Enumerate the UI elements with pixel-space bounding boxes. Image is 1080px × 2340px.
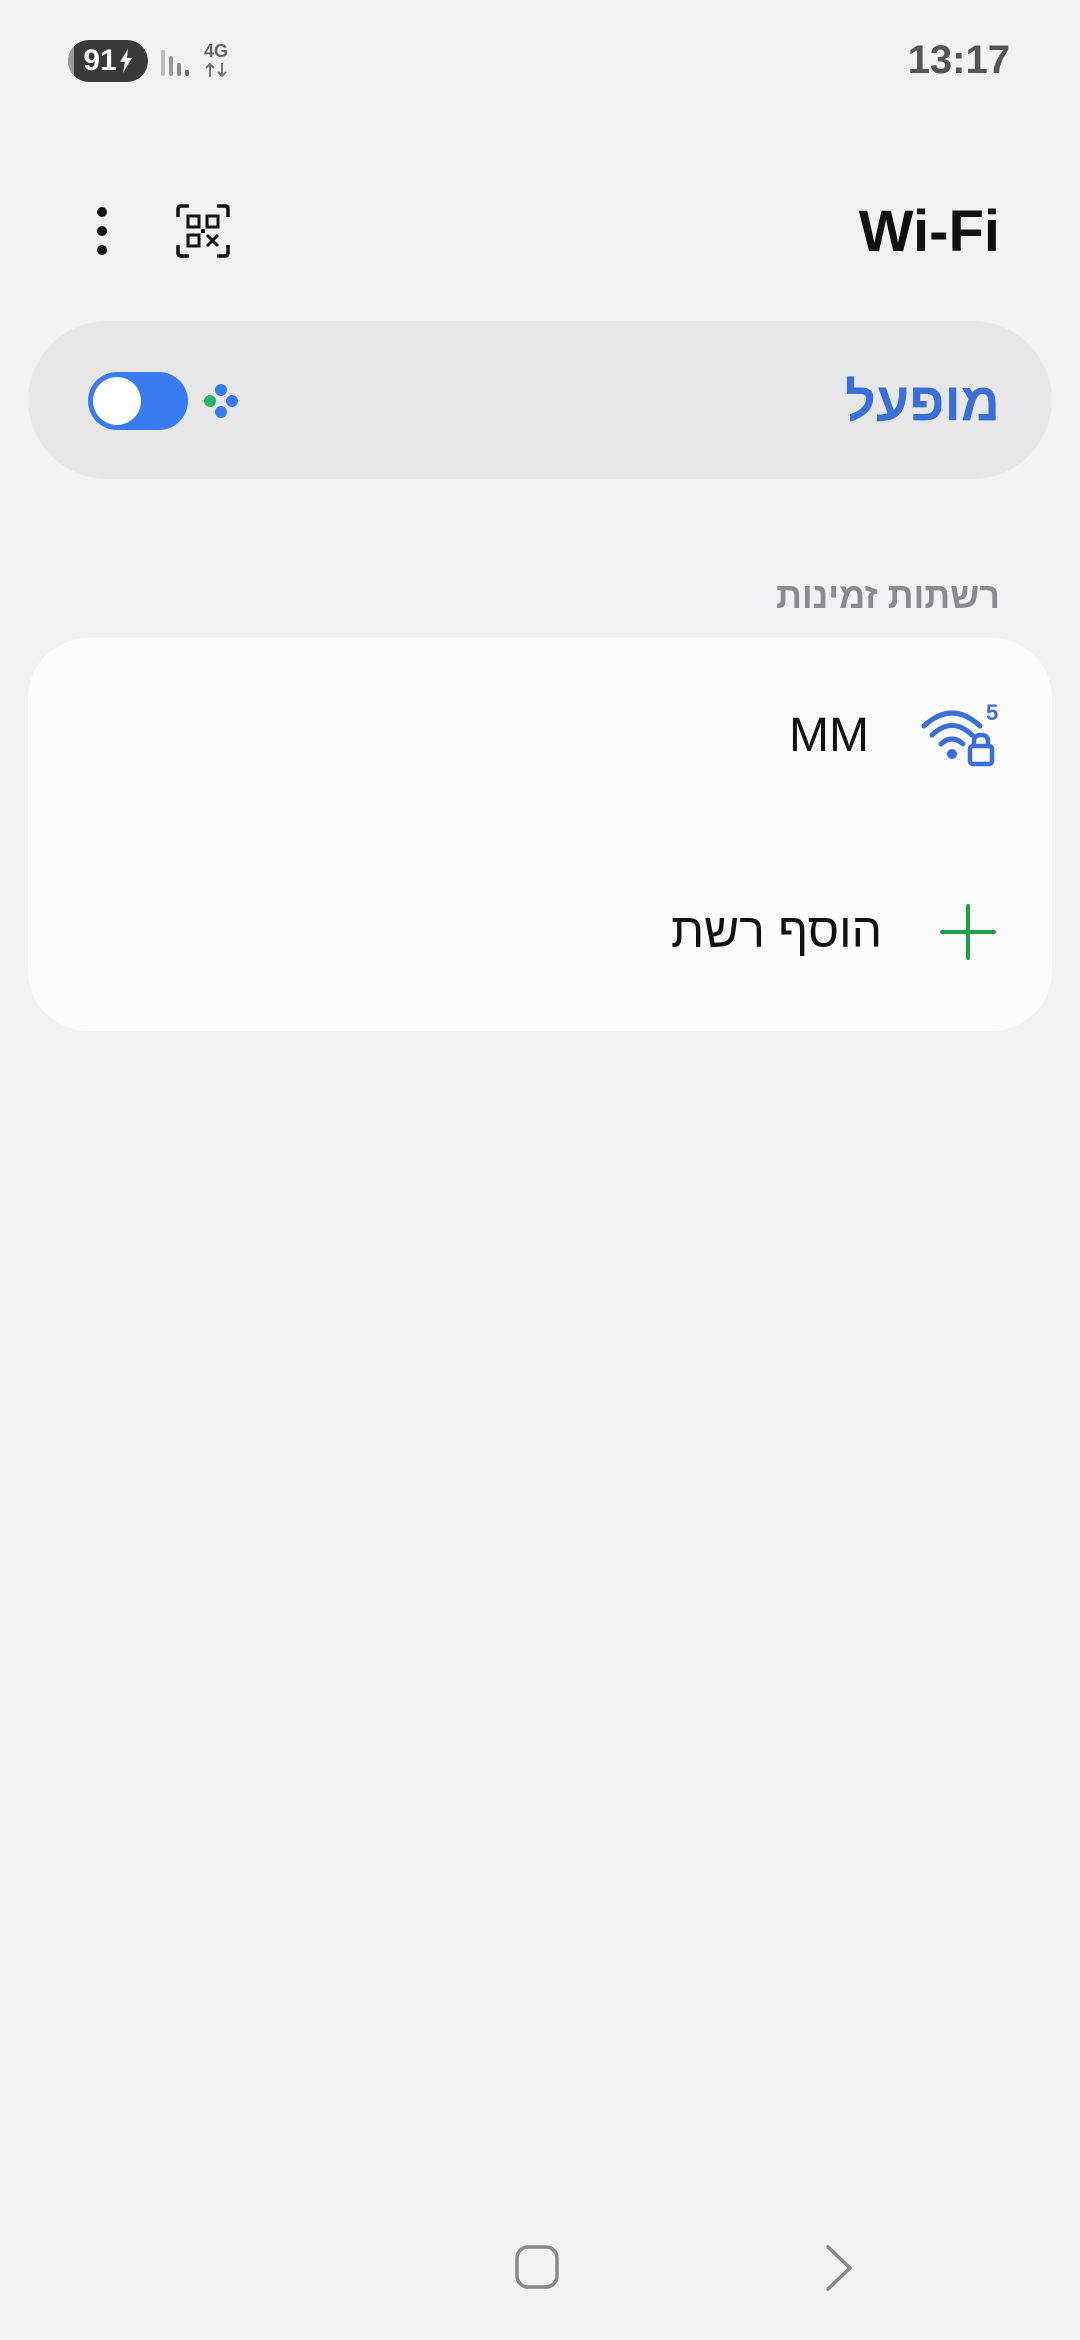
qr-scan-icon <box>176 204 230 258</box>
qr-scan-button[interactable] <box>172 200 234 262</box>
network-item[interactable]: 5 MM <box>28 638 1052 834</box>
more-options-button[interactable] <box>74 200 130 262</box>
switch-knob <box>93 377 141 425</box>
assistant-dots-icon <box>204 384 238 418</box>
charging-bolt-icon <box>119 49 132 73</box>
add-network-button[interactable]: הוסף רשת <box>28 834 1052 1031</box>
battery-level: 91 <box>83 44 117 77</box>
more-vert-icon <box>97 207 107 255</box>
networks-list-card: 5 MM הוסף רשת <box>28 638 1052 1031</box>
band-label: 5 <box>986 702 998 725</box>
status-bar: 91 4G 13:17 <box>0 0 1080 124</box>
wifi-master-toggle-row[interactable]: מופעל <box>28 321 1052 479</box>
page-title: Wi-Fi <box>858 199 1000 264</box>
wifi-lock-icon: 5 <box>921 702 998 767</box>
home-icon[interactable] <box>515 2245 559 2289</box>
section-header-available-networks: רשתות זמינות <box>776 575 1000 616</box>
data-arrows-icon <box>205 62 227 78</box>
wifi-toggle-switch[interactable] <box>88 372 188 430</box>
back-icon[interactable] <box>822 2243 856 2293</box>
plus-icon <box>940 904 996 960</box>
toggle-state-label: מופעל <box>845 372 1000 432</box>
network-type: 4G <box>203 41 228 61</box>
clock: 13:17 <box>907 38 1010 82</box>
add-network-label: הוסף רשת <box>671 905 882 958</box>
battery-indicator: 91 <box>68 40 148 82</box>
network-name: MM <box>789 709 869 762</box>
signal-icon <box>161 50 189 76</box>
